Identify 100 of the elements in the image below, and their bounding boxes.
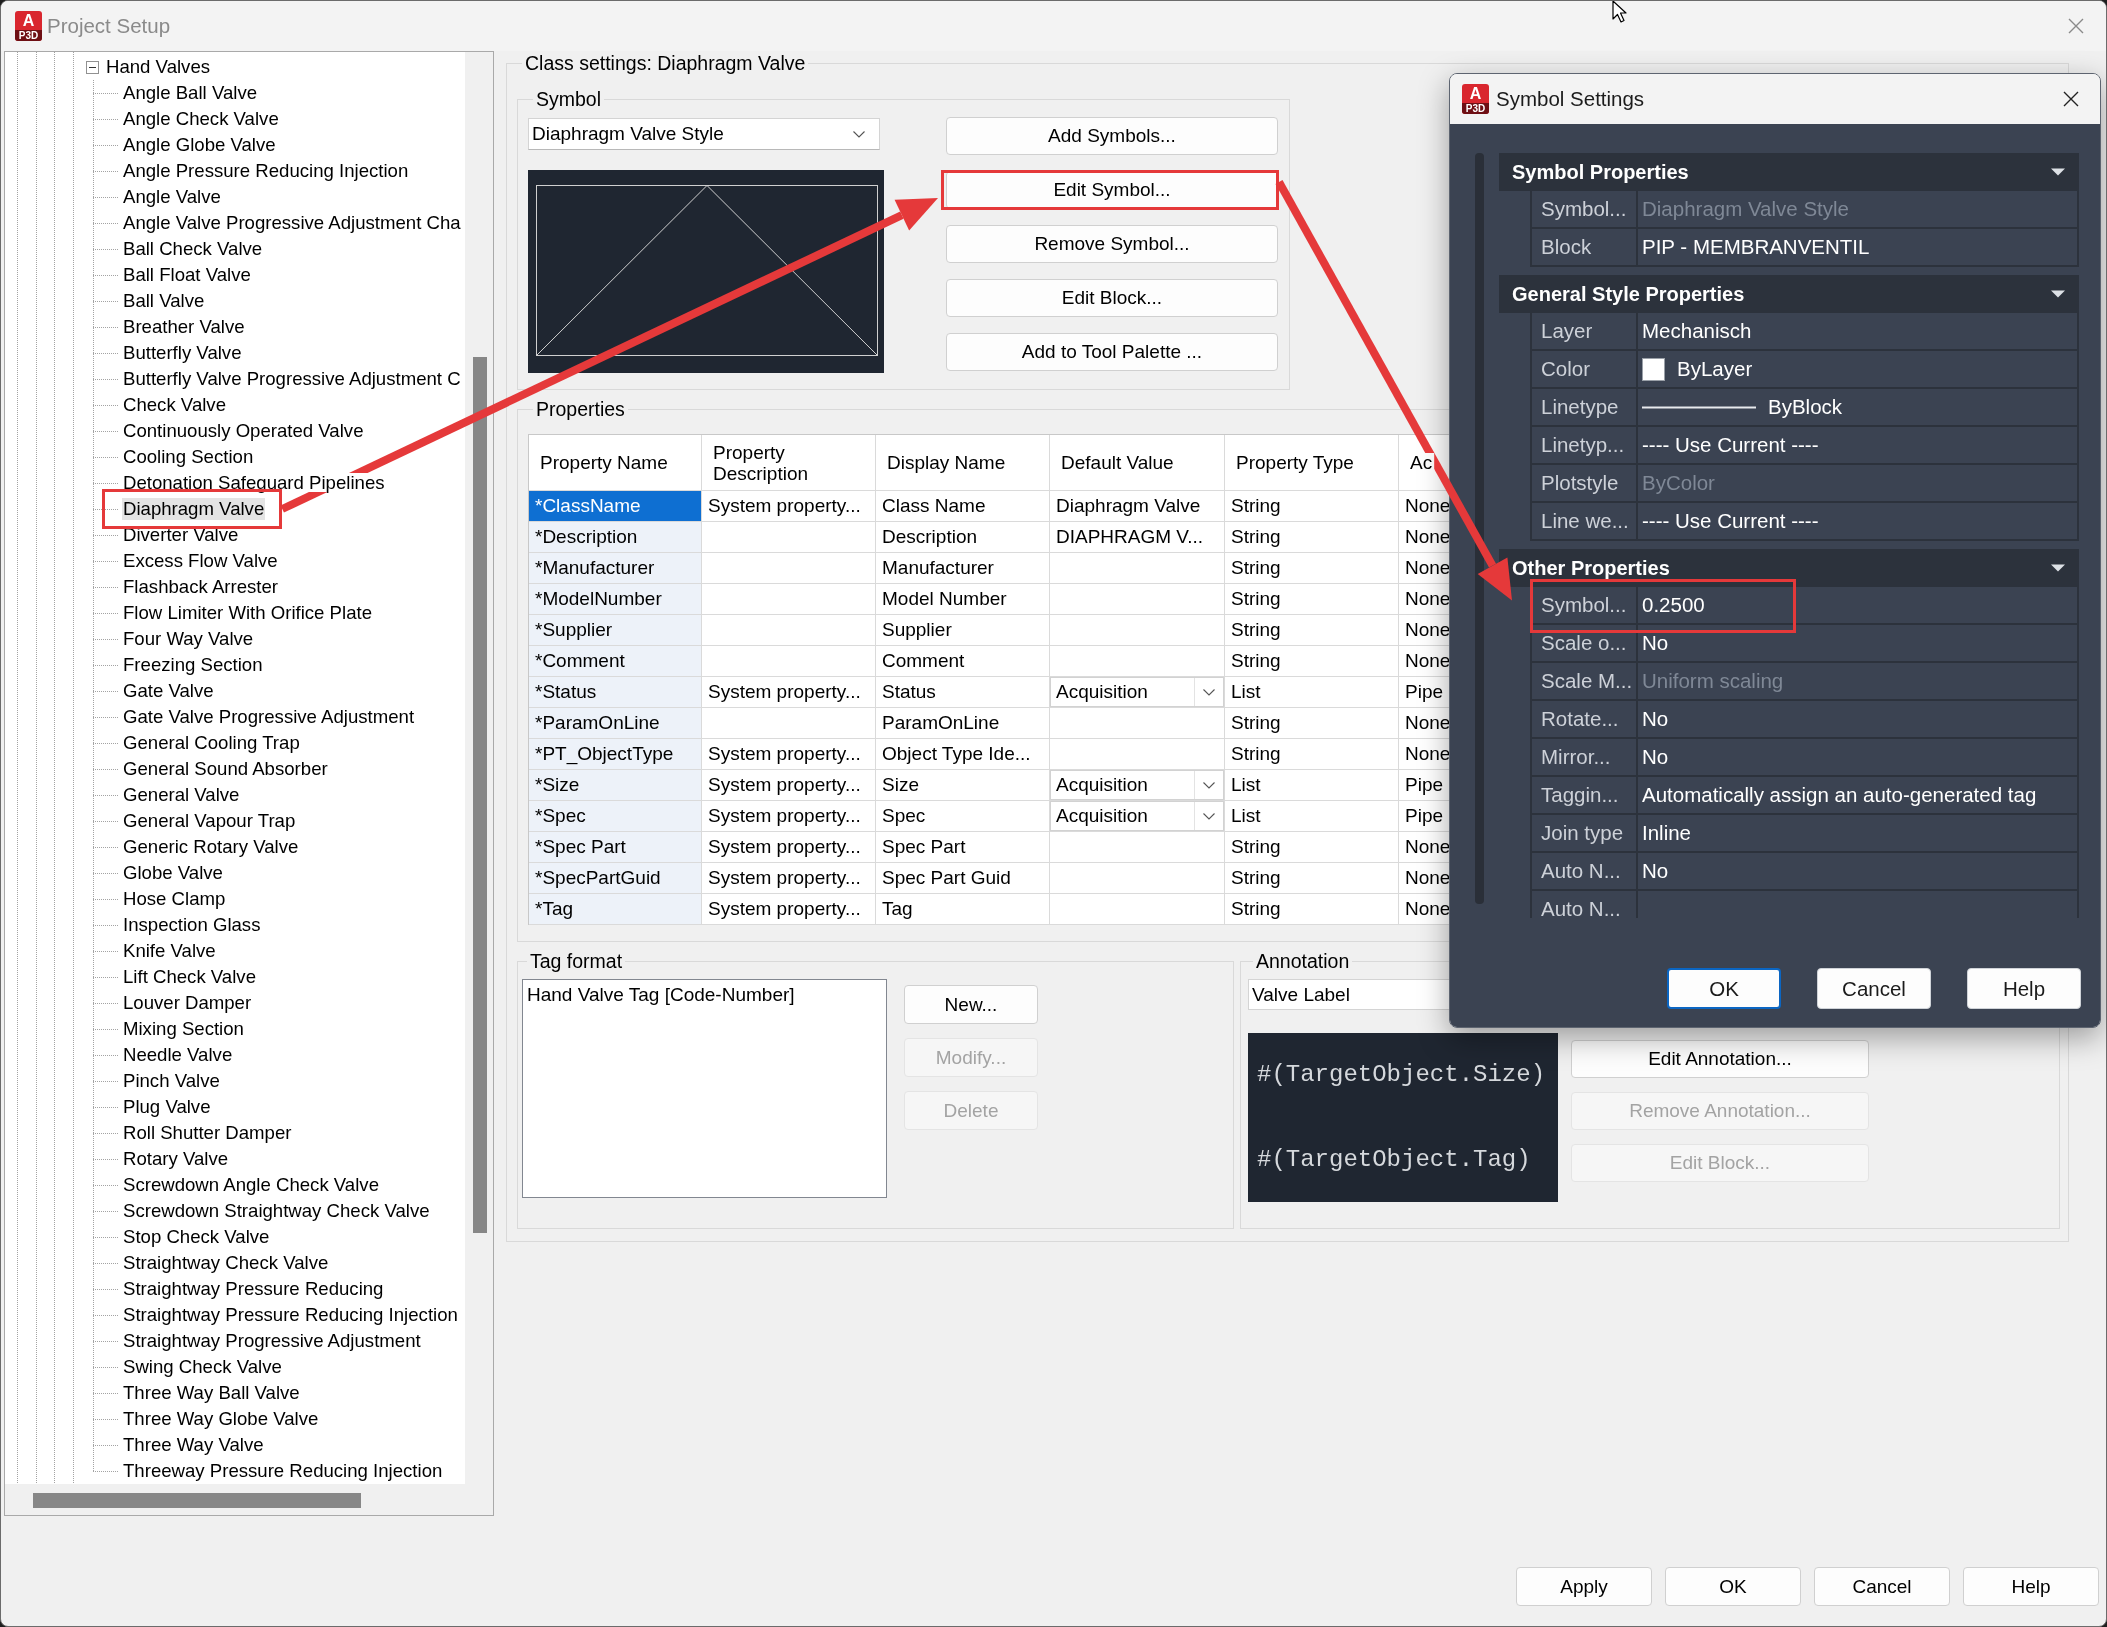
scrollbar-thumb[interactable] [33,1493,361,1508]
tree-item[interactable]: Excess Flow Valve [122,550,279,572]
table-cell[interactable]: *Manufacturer [529,553,702,584]
property-value[interactable]: No [1642,707,1669,731]
tree-item[interactable]: Butterfly Valve Progressive Adjustment C [122,368,462,390]
list-item[interactable]: Hand Valve Tag [Code-Number] [527,983,882,1007]
table-cell[interactable]: *Description [529,522,702,553]
horizontal-scrollbar[interactable] [5,1484,493,1515]
tree-item[interactable]: Screwdown Straightway Check Valve [122,1200,431,1222]
tree-item[interactable]: Straightway Check Valve [122,1252,330,1274]
table-cell[interactable]: *PT_ObjectType [529,739,702,770]
tree-item[interactable]: Hand Valves [105,56,212,78]
chevron-icon[interactable] [853,130,865,138]
tree-item[interactable]: Angle Ball Valve [122,82,259,104]
annotation-button[interactable]: Edit Annotation... [1571,1040,1869,1078]
chevron-icon[interactable] [1203,781,1215,789]
tree-item[interactable]: Ball Valve [122,290,206,312]
tree-item[interactable]: Diverter Valve [122,524,240,546]
tree-item[interactable]: Needle Valve [122,1044,234,1066]
symbol-action-button[interactable]: Add Symbols... [946,117,1278,155]
tree-item[interactable]: Diaphragm Valve [122,498,266,520]
dialog-button[interactable]: OK [1667,968,1781,1009]
default-value-dropdown[interactable]: Acquisition [1050,770,1224,800]
close-icon[interactable] [2063,91,2079,107]
table-cell[interactable]: *ClassName [529,491,702,522]
property-value[interactable]: Mechanisch [1642,319,1752,343]
tree-item[interactable]: Generic Rotary Valve [122,836,300,858]
table-cell[interactable]: *Spec Part [529,832,702,863]
tree-item[interactable]: Flashback Arrester [122,576,279,598]
table-cell[interactable]: *Size [529,770,702,801]
tree-item[interactable]: Three Way Valve [122,1434,265,1456]
footer-button[interactable]: Apply [1516,1567,1652,1606]
tree-item[interactable]: Louver Damper [122,992,253,1014]
tree-item[interactable]: Continuously Operated Valve [122,420,365,442]
table-cell[interactable]: *Spec [529,801,702,832]
tree-item[interactable]: General Vapour Trap [122,810,297,832]
symbol-action-button[interactable]: Edit Block... [946,279,1278,317]
chevron-icon[interactable] [1203,812,1215,820]
symbol-action-button[interactable]: Remove Symbol... [946,225,1278,263]
vertical-scrollbar[interactable] [465,52,493,1484]
tree-item[interactable]: Straightway Progressive Adjustment [122,1330,422,1352]
tree-item[interactable]: Swing Check Valve [122,1356,283,1378]
tree-item[interactable]: Ball Check Valve [122,238,264,260]
tree-item[interactable]: Angle Pressure Reducing Injection [122,160,410,182]
tree-item[interactable]: Lift Check Valve [122,966,257,988]
tree-item[interactable]: General Cooling Trap [122,732,301,754]
tree-item[interactable]: Three Way Ball Valve [122,1382,301,1404]
symbol-action-button[interactable]: Add to Tool Palette ... [946,333,1278,371]
default-value-dropdown[interactable]: Acquisition [1050,801,1224,831]
property-value[interactable]: No [1642,631,1669,655]
tree-item[interactable]: Gate Valve [122,680,215,702]
section-header[interactable]: General Style Properties [1499,275,2079,313]
tree-item[interactable]: Angle Globe Valve [122,134,277,156]
property-value[interactable]: Inline [1642,821,1691,845]
tree-item[interactable]: Angle Check Valve [122,108,280,130]
tree-item[interactable]: Detonation Safeguard Pipelines [122,472,386,494]
dialog-button[interactable]: Cancel [1817,968,1931,1009]
default-value-dropdown[interactable]: Acquisition [1050,677,1224,707]
tree-item[interactable]: Breather Valve [122,316,246,338]
property-value[interactable]: No [1642,859,1669,883]
tree-item[interactable]: Ball Float Valve [122,264,252,286]
property-value[interactable]: No [1642,745,1669,769]
table-cell[interactable]: *Tag [529,894,702,925]
tree-item[interactable]: Inspection Glass [122,914,262,936]
symbol-style-dropdown[interactable]: Diaphragm Valve Style [528,118,880,150]
property-value[interactable]: 0.2500 [1642,593,1705,617]
table-cell[interactable]: *ModelNumber [529,584,702,615]
tree-item[interactable]: Stop Check Valve [122,1226,271,1248]
tree-item[interactable]: Freezing Section [122,654,264,676]
tree-item[interactable]: Flow Limiter With Orifice Plate [122,602,373,624]
tree-item[interactable]: Cooling Section [122,446,255,468]
tree-item[interactable]: Gate Valve Progressive Adjustment [122,706,416,728]
tree-item[interactable]: Check Valve [122,394,227,416]
tree-item[interactable]: Globe Valve [122,862,224,884]
chevron-icon[interactable] [1203,688,1215,696]
footer-button[interactable]: Help [1963,1567,2099,1606]
tree-item[interactable]: Roll Shutter Damper [122,1122,293,1144]
footer-button[interactable]: Cancel [1814,1567,1950,1606]
tree-item[interactable]: General Sound Absorber [122,758,329,780]
tree-item[interactable]: Angle Valve Progressive Adjustment Cha [122,212,462,234]
section-header[interactable]: Symbol Properties [1499,153,2079,191]
table-cell[interactable]: *Comment [529,646,702,677]
tree-item[interactable]: Threeway Pressure Reducing Injection [122,1460,444,1482]
tree-item[interactable]: Three Way Globe Valve [122,1408,320,1430]
collapse-icon[interactable] [86,60,99,74]
tree-item[interactable]: Straightway Pressure Reducing [122,1278,385,1300]
tree-item[interactable]: Butterfly Valve [122,342,243,364]
tree-item[interactable]: Plug Valve [122,1096,212,1118]
annotation-style-dropdown[interactable]: Valve Label [1248,979,1449,1010]
footer-button[interactable]: OK [1665,1567,1801,1606]
tree-item[interactable]: Screwdown Angle Check Valve [122,1174,380,1196]
tree-item[interactable]: Mixing Section [122,1018,245,1040]
tree-item[interactable]: General Valve [122,784,241,806]
property-value[interactable]: ByLayer [1677,357,1753,381]
tree-item[interactable]: Hose Clamp [122,888,227,910]
scrollbar-thumb[interactable] [473,357,487,1233]
tree-item[interactable]: Knife Valve [122,940,217,962]
table-cell[interactable]: *Status [529,677,702,708]
tree-item[interactable]: Four Way Valve [122,628,255,650]
table-cell[interactable]: *SpecPartGuid [529,863,702,894]
